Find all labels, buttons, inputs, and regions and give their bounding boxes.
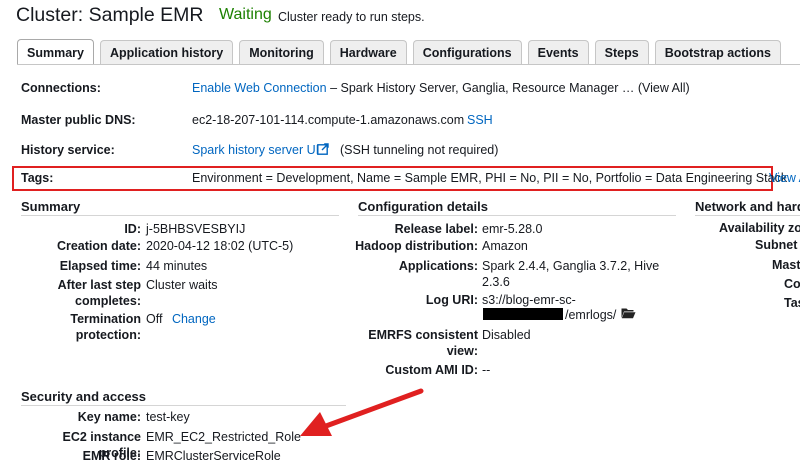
termination-protection-value: Off <box>146 312 163 326</box>
tab-steps[interactable]: Steps <box>594 40 649 64</box>
redaction-bar <box>483 308 563 320</box>
network-section-title: Network and hard <box>695 199 800 214</box>
connections-row: Enable Web Connection – Spark History Se… <box>192 81 690 95</box>
red-arrow-annotation <box>300 388 424 436</box>
applications-label: Applications: <box>398 259 478 273</box>
tab-bar: Summary Application history Monitoring H… <box>17 39 781 65</box>
release-label-value: emr-5.28.0 <box>482 222 543 236</box>
spark-history-link[interactable]: Spark history server UI <box>192 143 319 157</box>
task-label: Tas <box>784 296 800 310</box>
after-last-step-value: Cluster waits <box>146 278 218 292</box>
hadoop-distribution-label: Hadoop distribution: <box>355 239 478 253</box>
hadoop-distribution-value: Amazon <box>482 239 528 253</box>
tags-view-all-link[interactable]: View A <box>769 171 800 185</box>
cluster-status: Waiting <box>219 6 272 23</box>
tags-value: Environment = Development, Name = Sample… <box>192 171 788 185</box>
emrfs-label: EMRFS consistent view: <box>345 327 478 359</box>
history-note: (SSH tunneling not required) <box>340 143 499 157</box>
log-uri-label: Log URI: <box>425 293 478 307</box>
key-name-label: Key name: <box>77 410 141 424</box>
cluster-status-detail: Cluster ready to run steps. <box>278 10 425 24</box>
master-dns-label: Master public DNS: <box>21 113 136 127</box>
network-section-rule <box>695 215 800 216</box>
applications-value: Spark 2.4.4, Ganglia 3.7.2, Hive 2.3.6 <box>482 258 659 290</box>
instance-profile-value: EMR_EC2_Restricted_Role <box>146 430 301 444</box>
security-section-title: Security and access <box>21 389 147 404</box>
emrfs-label-line2: view: <box>446 344 478 358</box>
termination-change-link[interactable]: Change <box>172 312 216 326</box>
ssh-link[interactable]: SSH <box>467 113 493 127</box>
availability-zone-label: Availability zon <box>719 221 800 235</box>
tab-divider <box>17 64 800 65</box>
tab-hardware[interactable]: Hardware <box>329 40 407 64</box>
log-uri-line1: s3://blog-emr-sc- <box>482 293 576 307</box>
master-dns-value: ec2-18-207-101-114.compute-1.amazonaws.c… <box>192 113 465 127</box>
history-service-label: History service: <box>21 143 115 157</box>
connections-label: Connections: <box>21 81 101 95</box>
config-section-title: Configuration details <box>358 199 488 214</box>
termination-protection-label: Termination protection: <box>21 311 141 343</box>
custom-ami-value: -- <box>482 363 491 377</box>
config-section-rule <box>358 215 676 216</box>
tags-label: Tags: <box>21 171 54 185</box>
connections-text: – Spark History Server, Ganglia, Resourc… <box>330 81 690 95</box>
tab-summary[interactable]: Summary <box>17 39 94 65</box>
enable-web-connection-link[interactable]: Enable Web Connection <box>192 81 327 95</box>
applications-value-line2: 2.3.6 <box>482 275 510 289</box>
release-label-label: Release label: <box>394 222 478 236</box>
folder-icon[interactable] <box>621 307 636 319</box>
summary-section-rule <box>21 215 339 216</box>
emrfs-label-line1: EMRFS consistent <box>368 328 478 342</box>
subnet-id-label: Subnet I <box>755 238 800 252</box>
tab-events[interactable]: Events <box>527 40 589 64</box>
elapsed-time-label: Elapsed time: <box>59 259 141 273</box>
summary-section-title: Summary <box>21 199 81 214</box>
key-name-value: test-key <box>146 410 190 424</box>
after-last-step-label-line1: After last step <box>57 278 141 292</box>
termination-label-line1: Termination <box>70 312 141 326</box>
termination-label-line2: protection: <box>75 328 141 342</box>
tab-bootstrap-actions[interactable]: Bootstrap actions <box>654 40 781 64</box>
tab-monitoring[interactable]: Monitoring <box>239 40 324 64</box>
elapsed-time-value: 44 minutes <box>146 259 208 273</box>
tab-application-history[interactable]: Application history <box>99 40 234 64</box>
external-link-icon[interactable] <box>317 143 329 155</box>
cluster-id-value: j-5BHBSVESBYIJ <box>146 222 246 236</box>
emr-role-label: EMR role: <box>82 449 141 463</box>
emr-role-value: EMRClusterServiceRole <box>146 449 281 463</box>
emrfs-value: Disabled <box>482 328 531 342</box>
after-last-step-label: After last step completes: <box>21 277 141 309</box>
cluster-id-label: ID: <box>124 222 141 236</box>
master-label: Mast <box>772 258 800 272</box>
creation-date-label: Creation date: <box>56 239 141 253</box>
page-title: Cluster: Sample EMR <box>16 4 204 26</box>
applications-value-line1: Spark 2.4.4, Ganglia 3.7.2, Hive <box>482 259 660 273</box>
core-label: Co <box>784 277 800 291</box>
after-last-step-label-line2: completes: <box>75 294 141 308</box>
termination-protection-row: Off Change <box>146 311 216 327</box>
log-uri-line2: /emrlogs/ <box>565 308 617 322</box>
creation-date-value: 2020-04-12 18:02 (UTC-5) <box>146 239 294 253</box>
tab-configurations[interactable]: Configurations <box>412 40 522 64</box>
custom-ami-label: Custom AMI ID: <box>385 363 478 377</box>
